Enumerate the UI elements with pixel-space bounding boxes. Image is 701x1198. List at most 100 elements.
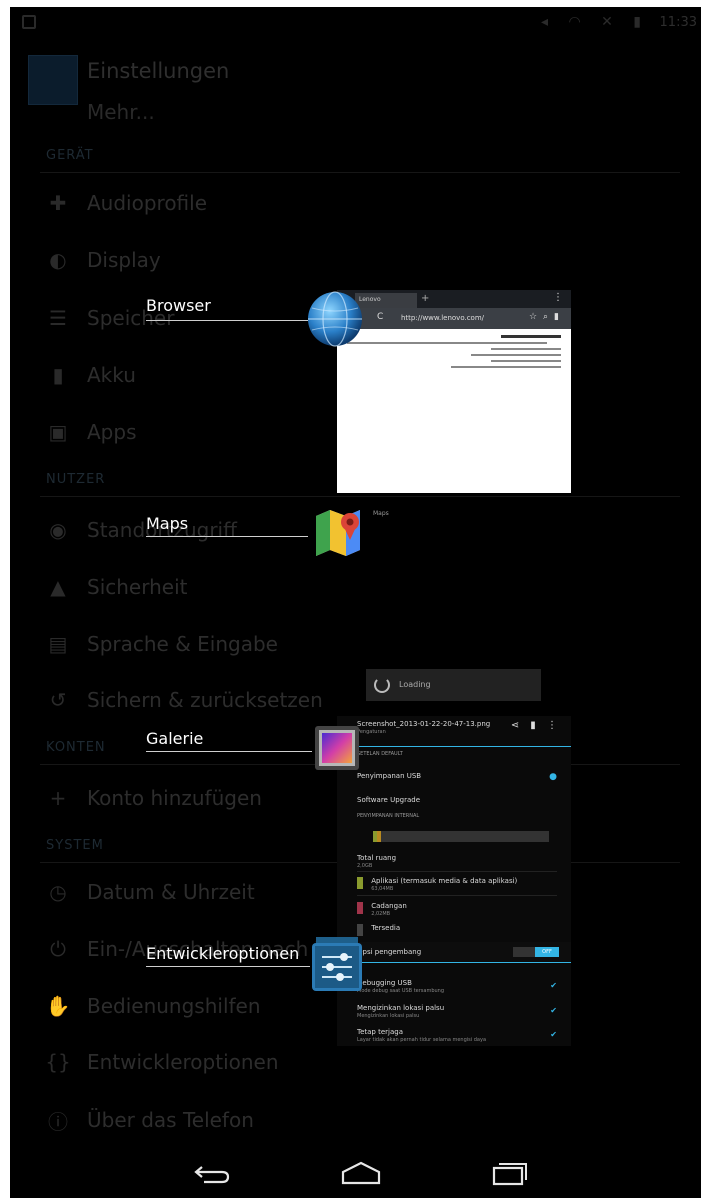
browser-url-bar: C http://www.lenovo.com/ ☆⌕▮ [337, 308, 571, 329]
screenshot-title: Screenshot_2013-01-22-20-47-13.png [357, 720, 491, 728]
section-header-system: SYSTEM [46, 838, 104, 853]
settings-item-ueber[interactable]: ⓘ Über das Telefon [46, 1100, 254, 1140]
accessibility-hand-icon: ✋ [45, 994, 71, 1018]
gallery-icon[interactable] [312, 723, 362, 773]
language-icon: ▤ [48, 632, 68, 656]
recent-app-label-browser[interactable]: Browser [146, 296, 211, 315]
settings-item-label: Sicherheit [87, 575, 188, 599]
device-screen: ◂ ◠ ✕ ▮ 11:33 Einstellungen Mehr... GERÄ… [10, 7, 701, 1198]
browser-globe-icon[interactable] [306, 290, 364, 348]
total-space: Total ruang 2,0GB [357, 854, 396, 869]
back-button[interactable] [182, 1155, 242, 1191]
default-storage-item: Penyimpanan USB [357, 772, 422, 780]
settings-item-label: Sichern & zurücksetzen [87, 688, 323, 712]
section-divider [40, 172, 680, 173]
settings-item-label: Entwickleroptionen [87, 1050, 279, 1074]
browser-tools-icons: ☆⌕▮ [528, 312, 565, 322]
loading-text: Loading [399, 680, 431, 689]
recent-app-connector [146, 320, 308, 321]
storage-icon: ☰ [49, 306, 67, 330]
settings-item-sprache[interactable]: ▤ Sprache & Eingabe [46, 624, 278, 664]
settings-item-audioprofile[interactable]: ✚ Audioprofile [46, 183, 207, 223]
settings-item-apps[interactable]: ▣ Apps [46, 412, 137, 452]
overflow-menu-icon: ⋮ [553, 292, 563, 303]
row-divider [357, 871, 557, 872]
internal-storage-label: PENYIMPANAN INTERNAL [357, 813, 420, 819]
settings-item-display[interactable]: ◐ Display [46, 240, 160, 280]
settings-item-datum[interactable]: ◷ Datum & Uhrzeit [46, 872, 254, 912]
settings-item-label: Über das Telefon [87, 1108, 254, 1132]
stay-awake-row: Tetap terjaga Layar tidak akan pernah ti… [357, 1028, 486, 1043]
legend-value: 63,04MB [371, 886, 394, 892]
usb-debug-row: Debugging USB Mode debug saat USB tersam… [357, 979, 444, 994]
recent-app-connector [146, 751, 312, 752]
total-space-value: 2,0GB [357, 863, 373, 869]
dev-options-bar: Opsi pengembang OFF [337, 942, 571, 962]
browser-page-content [337, 329, 571, 378]
legend-label: Tersedia [371, 924, 401, 932]
settings-item-konto-hinzufuegen[interactable]: + Konto hinzufügen [46, 778, 262, 818]
dev-options-toggle: OFF [535, 947, 559, 957]
total-space-label: Total ruang [357, 854, 397, 862]
settings-item-akku[interactable]: ▮ Akku [46, 355, 136, 395]
settings-item-label: Akku [87, 363, 136, 387]
page-text-line [491, 348, 561, 350]
developer-options-icon[interactable] [310, 935, 364, 993]
settings-item-standortzugriff[interactable]: ◉ Standortzugriff [46, 510, 237, 550]
usb-debug-sub: Mode debug saat USB tersambung [357, 988, 445, 994]
screenshot-header: Screenshot_2013-01-22-20-47-13.png Penga… [357, 720, 517, 735]
stay-awake-sub: Layar tidak akan pernah tidur selama men… [357, 1037, 487, 1043]
mock-location-sub: Mengizinkan lokasi palsu [357, 1013, 420, 1019]
settings-item-bedienungshilfen[interactable]: ✋ Bedienungshilfen [46, 986, 261, 1026]
display-icon: ◐ [49, 248, 67, 272]
checkmark-icon: ✔ [550, 1006, 557, 1015]
settings-subtitle: Mehr... [87, 100, 155, 124]
legend-label: Aplikasi (termasuk media & data aplikasi… [371, 877, 518, 885]
clock-icon: ◷ [49, 880, 67, 904]
page-text-line [451, 366, 561, 368]
settings-item-label: Konto hinzufügen [87, 786, 262, 810]
page-text-line [491, 360, 561, 362]
section-header-nutzer: NUTZER [46, 472, 106, 487]
section-header-geraet: GERÄT [46, 148, 94, 163]
reload-icon: C [377, 312, 384, 322]
recent-app-label-entwickleroptionen[interactable]: Entwickleroptionen [146, 944, 299, 963]
settings-item-label: Bedienungshilfen [87, 994, 261, 1018]
status-icons: ◂ ◠ ✕ ▮ [540, 14, 649, 30]
settings-item-sicherheit[interactable]: ▲ Sicherheit [46, 567, 187, 607]
settings-item-label: Audioprofile [87, 191, 208, 215]
status-bar: ◂ ◠ ✕ ▮ 11:33 [10, 7, 701, 37]
dev-options-label: Opsi pengembang [357, 948, 422, 956]
new-tab-icon: + [421, 293, 430, 304]
legend-swatch-icon [357, 877, 363, 889]
maps-icon[interactable] [312, 506, 364, 558]
recent-app-connector [146, 536, 308, 537]
recent-thumbnail-galerie[interactable]: Screenshot_2013-01-22-20-47-13.png Penga… [337, 716, 571, 1046]
section-header-konten: KONTEN [46, 740, 106, 755]
legend-label: Cadangan [371, 902, 407, 910]
status-time: 11:33 [659, 15, 697, 30]
home-button[interactable] [331, 1155, 391, 1191]
info-icon: ⓘ [48, 1109, 68, 1134]
section-divider [40, 496, 680, 497]
home-icon [341, 1161, 381, 1185]
battery-icon: ▮ [52, 363, 64, 387]
location-icon: ◉ [49, 518, 67, 542]
spinner-icon [374, 677, 390, 693]
radio-selected-icon: ● [549, 772, 557, 782]
storage-usage-bar [373, 831, 549, 842]
page-heading-line [501, 335, 561, 338]
recent-apps-icon [492, 1163, 527, 1186]
maps-thumb-caption: Maps [373, 510, 389, 517]
add-icon: + [49, 786, 67, 810]
share-icon: ⋖ ▮ ⋮ [510, 720, 561, 731]
browser-url: http://www.lenovo.com/ [401, 314, 485, 322]
recent-apps-button[interactable] [480, 1155, 540, 1191]
recent-app-label-maps[interactable]: Maps [146, 514, 188, 533]
settings-item-entwickleroptionen[interactable]: {} Entwickleroptionen [45, 1042, 279, 1082]
recent-thumbnail-browser[interactable]: Lenovo + ⋮ C http://www.lenovo.com/ ☆⌕▮ [337, 290, 571, 493]
power-schedule-icon: ⏻ [50, 937, 66, 961]
loading-thumbnail: Loading [366, 669, 541, 701]
settings-item-sichern[interactable]: ↺ Sichern & zurücksetzen [46, 680, 323, 720]
recent-app-label-galerie[interactable]: Galerie [146, 729, 203, 748]
